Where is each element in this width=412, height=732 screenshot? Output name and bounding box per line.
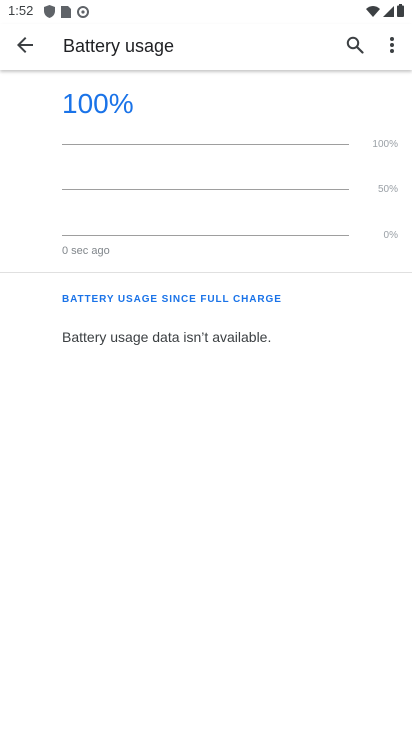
usage-unavailable-message: Battery usage data isn’t available. [62,329,272,345]
app-bar: Battery usage [0,24,412,70]
status-bar: 1:52 [0,0,412,24]
battery-graph: 100% 100% 50% 0% 0 sec ago [0,70,412,273]
section-header: BATTERY USAGE SINCE FULL CHARGE [62,294,282,305]
wifi-icon [366,4,380,22]
search-icon [346,36,364,59]
arrow-back-icon [16,36,34,59]
battery-level: 100% [62,88,134,119]
more-vert-icon [390,36,394,58]
gridline-0 [62,235,349,236]
shield-icon [44,5,55,23]
divider [0,272,412,273]
status-system-icons [366,4,404,22]
back-button[interactable] [11,33,39,61]
battery-icon [397,4,404,22]
graph-time-label: 0 sec ago [62,245,110,257]
page-title: Battery usage [63,36,175,56]
more-options-button[interactable] [380,33,404,61]
sim-card-icon [61,5,71,23]
sync-icon [77,5,89,23]
search-button[interactable] [341,33,369,61]
gridline-100 [62,144,349,145]
cell-signal-icon [383,4,394,22]
status-notification-icons [44,5,89,23]
grid-label-100: 100% [372,139,398,150]
grid-label-50: 50% [377,184,398,195]
grid-label-0: 0% [383,230,398,241]
gridline-50 [62,189,349,190]
status-time: 1:52 [8,3,34,18]
